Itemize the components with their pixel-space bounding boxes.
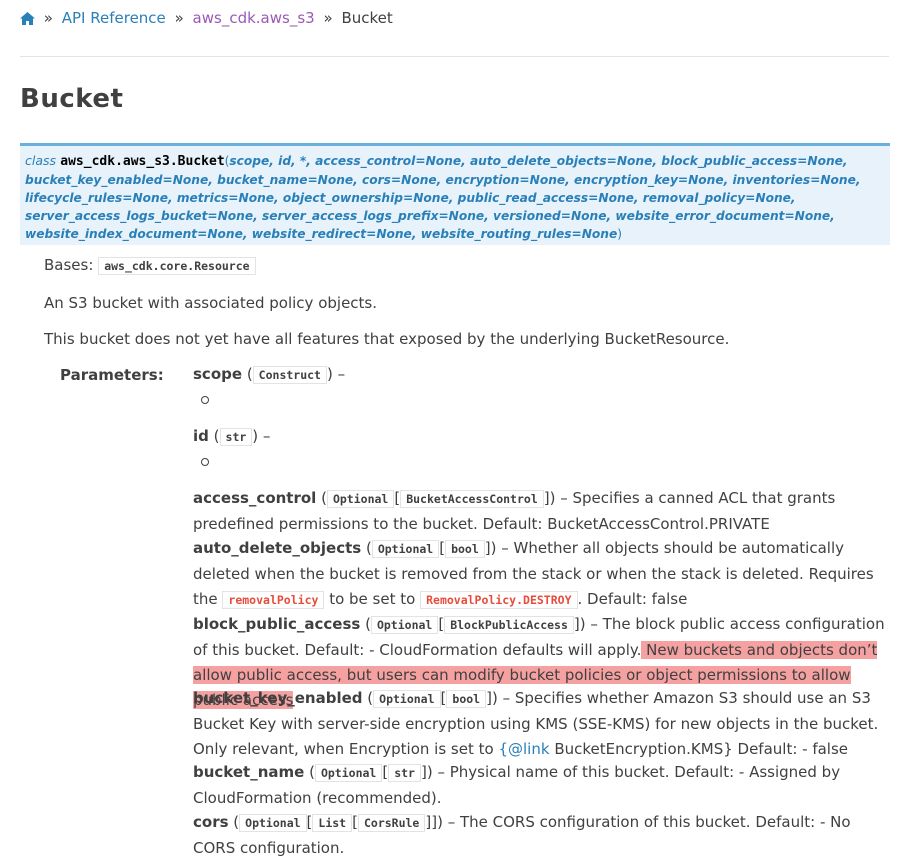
param-dash: –: [337, 365, 346, 383]
param-desc-mid: to be set to: [329, 590, 416, 608]
param-access-control: access_control (Optional[BucketAccessCon…: [193, 489, 836, 533]
param-name: id: [193, 427, 209, 445]
param-type: BucketAccessControl: [400, 490, 544, 508]
param-type: BlockPublicAccess: [444, 616, 574, 634]
param-optional: Optional: [326, 490, 395, 508]
bases: Bases: aws_cdk.core.Resource: [44, 254, 256, 277]
bullet-icon: [201, 458, 209, 466]
param-desc-end: . Default: false: [577, 590, 688, 608]
param-name: cors: [193, 813, 229, 831]
parameters-label: Parameters:: [60, 366, 164, 384]
param-type: bool: [445, 540, 485, 558]
param-type: bool: [446, 690, 487, 708]
signature-close-paren: ): [617, 227, 623, 241]
home-icon[interactable]: [20, 10, 35, 30]
param-scope: scope (Construct) –: [193, 362, 893, 404]
param-name: bucket_key_enabled: [193, 689, 363, 707]
param-type: str: [388, 764, 421, 782]
bases-value: aws_cdk.core.Resource: [98, 257, 256, 275]
param-bucket-key-enabled: bucket_key_enabled (Optional[bool]) – Sp…: [193, 689, 879, 758]
param-id: id (str) –: [193, 424, 893, 466]
param-optional: Optional: [371, 540, 440, 558]
breadcrumb-separator: »: [174, 9, 184, 27]
param-type: Construct: [252, 366, 327, 384]
param-cors: cors (Optional[List[CorsRule]]) – The CO…: [193, 813, 851, 857]
divider: [20, 56, 889, 57]
param-optional: Optional: [239, 814, 307, 832]
param-name: block_public_access: [193, 615, 361, 633]
param-name: auto_delete_objects: [193, 539, 362, 557]
bullet-icon: [201, 396, 209, 404]
param-type: str: [219, 428, 253, 446]
param-optional: Optional: [370, 616, 439, 634]
param-dash: –: [262, 427, 271, 445]
breadcrumb-current: Bucket: [341, 9, 393, 27]
param-link[interactable]: {@link: [498, 740, 549, 758]
breadcrumb-separator: »: [43, 9, 53, 27]
page-title: Bucket: [20, 84, 124, 114]
breadcrumb-separator: »: [323, 9, 333, 27]
signature-class-name: aws_cdk.aws_s3.Bucket: [60, 154, 225, 169]
param-auto-delete-objects: auto_delete_objects (Optional[bool]) – W…: [193, 539, 874, 609]
param-optional: Optional: [373, 690, 441, 708]
signature-keyword: class: [25, 153, 57, 168]
param-type: CorsRule: [357, 814, 426, 832]
description: An S3 bucket with associated policy obje…: [44, 294, 378, 312]
class-signature: class aws_cdk.aws_s3.Bucket(scope, id, *…: [20, 143, 890, 245]
param-bucket-name: bucket_name (Optional[str]) – Physical n…: [193, 763, 841, 807]
param-list: List: [312, 814, 353, 832]
param-code: RemovalPolicy.DESTROY: [420, 591, 578, 609]
breadcrumb: » API Reference » aws_cdk.aws_s3 » Bucke…: [20, 8, 393, 28]
param-optional: Optional: [314, 764, 383, 782]
param-code: removalPolicy: [222, 591, 325, 609]
breadcrumb-api-reference[interactable]: API Reference: [62, 9, 166, 27]
param-name: bucket_name: [193, 763, 305, 781]
param-desc-end: BucketEncryption.KMS} Default: - false: [554, 740, 849, 758]
param-name: access_control: [193, 489, 317, 507]
breadcrumb-module[interactable]: aws_cdk.aws_s3: [193, 9, 315, 27]
bases-label: Bases:: [44, 256, 94, 274]
param-name: scope: [193, 365, 243, 383]
description-note: This bucket does not yet have all featur…: [44, 330, 730, 348]
